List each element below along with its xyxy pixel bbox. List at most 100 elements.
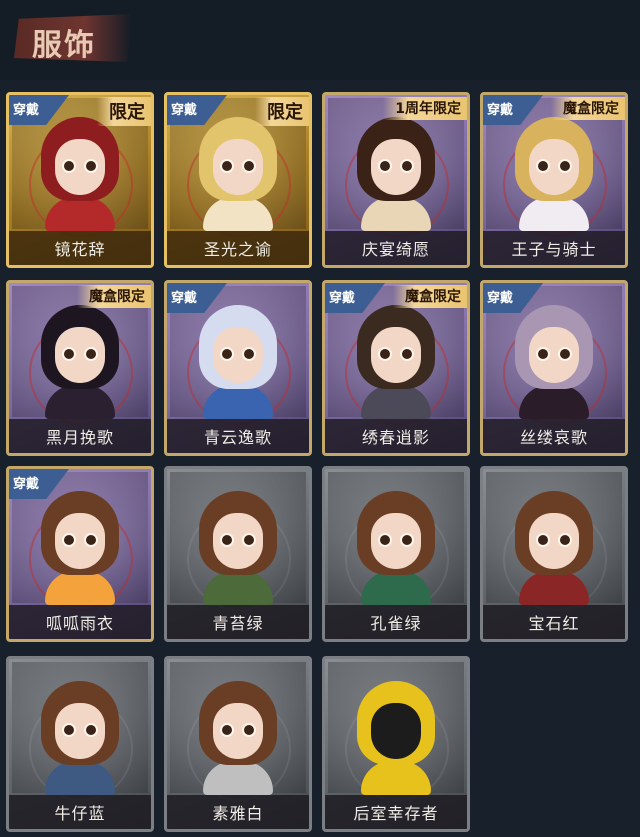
worn-badge-label: 穿戴	[171, 291, 198, 306]
costume-label-bar: 青云逸歌	[167, 419, 309, 453]
portrait-eye	[536, 533, 550, 547]
portrait-outfit	[45, 197, 115, 231]
worn-badge-label: 穿戴	[171, 103, 198, 118]
costume-name: 圣光之谕	[203, 240, 272, 259]
costume-label-bar: 宝石红	[483, 605, 625, 639]
portrait-outfit	[45, 385, 115, 419]
character-portrait	[37, 117, 123, 231]
portrait-eye	[242, 159, 256, 173]
costume-card[interactable]: 穿戴 限定 镜花辞	[6, 92, 154, 268]
costume-label-bar: 王子与骑士	[483, 231, 625, 265]
portrait-eye	[62, 347, 76, 361]
limited-tag: 1周年限定	[383, 97, 467, 120]
costume-card[interactable]: 素雅白	[164, 656, 312, 832]
costume-label-bar: 呱呱雨衣	[9, 605, 151, 639]
portrait-eye	[536, 159, 550, 173]
portrait-eye	[242, 723, 256, 737]
costume-card[interactable]: 后室幸存者	[322, 656, 470, 832]
costume-card[interactable]: 穿戴 魔盒限定 绣春逍影	[322, 280, 470, 456]
portrait-eye	[242, 347, 256, 361]
costume-card[interactable]: 1周年限定庆宴绮愿	[322, 92, 470, 268]
portrait-eye	[242, 533, 256, 547]
portrait-outfit	[203, 197, 273, 231]
portrait-eye	[378, 159, 392, 173]
costume-card[interactable]: 青苔绿	[164, 466, 312, 642]
portrait-eye	[400, 159, 414, 173]
limited-tag: 魔盒限定	[77, 285, 151, 308]
portrait-eye	[220, 159, 234, 173]
costume-label-bar: 黑月挽歌	[9, 419, 151, 453]
costume-name: 宝石红	[528, 614, 580, 633]
character-portrait	[511, 117, 597, 231]
costume-card[interactable]: 穿戴呱呱雨衣	[6, 466, 154, 642]
costume-name: 牛仔蓝	[54, 804, 106, 823]
portrait-eye	[220, 723, 234, 737]
character-portrait	[37, 681, 123, 795]
costume-label-bar: 庆宴绮愿	[325, 231, 467, 265]
worn-badge-label: 穿戴	[13, 103, 40, 118]
costume-name: 素雅白	[212, 804, 264, 823]
worn-badge-label: 穿戴	[487, 291, 514, 306]
character-portrait	[37, 305, 123, 419]
costume-name: 镜花辞	[54, 240, 106, 259]
costume-card[interactable]: 魔盒限定黑月挽歌	[6, 280, 154, 456]
costume-label-bar: 圣光之谕	[167, 231, 309, 265]
character-portrait	[353, 681, 439, 795]
portrait-eye	[84, 347, 98, 361]
worn-badge-label: 穿戴	[13, 477, 40, 492]
portrait-eye	[378, 347, 392, 361]
portrait-eye	[62, 723, 76, 737]
portrait-eye	[62, 159, 76, 173]
portrait-eye	[558, 347, 572, 361]
portrait-outfit	[519, 385, 589, 419]
character-portrait	[37, 491, 123, 605]
limited-tag: 魔盒限定	[551, 97, 625, 120]
portrait-eye	[558, 159, 572, 173]
portrait-eye	[84, 159, 98, 173]
costume-card[interactable]: 穿戴丝缕哀歌	[480, 280, 628, 456]
character-portrait	[353, 491, 439, 605]
portrait-outfit	[203, 571, 273, 605]
costume-label-bar: 绣春逍影	[325, 419, 467, 453]
portrait-face	[371, 703, 421, 759]
costume-card[interactable]: 穿戴 魔盒限定王子与骑士	[480, 92, 628, 268]
character-portrait	[353, 117, 439, 231]
portrait-eye	[536, 347, 550, 361]
costume-card[interactable]: 牛仔蓝	[6, 656, 154, 832]
costume-card[interactable]: 孔雀绿	[322, 466, 470, 642]
worn-badge-label: 穿戴	[487, 103, 514, 118]
costume-card[interactable]: 穿戴 限定圣光之谕	[164, 92, 312, 268]
worn-badge-label: 穿戴	[329, 291, 356, 306]
portrait-eye	[220, 347, 234, 361]
portrait-eye	[220, 533, 234, 547]
character-portrait	[195, 491, 281, 605]
portrait-outfit	[361, 761, 431, 795]
page-title: 服饰	[32, 28, 96, 63]
costume-label-bar: 素雅白	[167, 795, 309, 829]
character-portrait	[511, 305, 597, 419]
costume-name: 王子与骑士	[511, 240, 597, 259]
portrait-eye	[378, 533, 392, 547]
header: 服饰	[0, 0, 640, 80]
costume-name: 呱呱雨衣	[45, 614, 114, 633]
costume-name: 青云逸歌	[203, 428, 272, 447]
costume-name: 丝缕哀歌	[519, 428, 588, 447]
portrait-eye	[84, 723, 98, 737]
character-portrait	[195, 681, 281, 795]
portrait-outfit	[361, 385, 431, 419]
costume-label-bar: 丝缕哀歌	[483, 419, 625, 453]
costume-card[interactable]: 宝石红	[480, 466, 628, 642]
costume-card[interactable]: 穿戴青云逸歌	[164, 280, 312, 456]
character-portrait	[195, 305, 281, 419]
portrait-outfit	[361, 197, 431, 231]
character-portrait	[353, 305, 439, 419]
portrait-eye	[558, 533, 572, 547]
portrait-eye	[400, 347, 414, 361]
character-portrait	[511, 491, 597, 605]
portrait-outfit	[361, 571, 431, 605]
portrait-outfit	[45, 761, 115, 795]
costume-label-bar: 牛仔蓝	[9, 795, 151, 829]
limited-tag: 限定	[255, 97, 309, 126]
portrait-eye	[62, 533, 76, 547]
costume-name: 黑月挽歌	[45, 428, 114, 447]
